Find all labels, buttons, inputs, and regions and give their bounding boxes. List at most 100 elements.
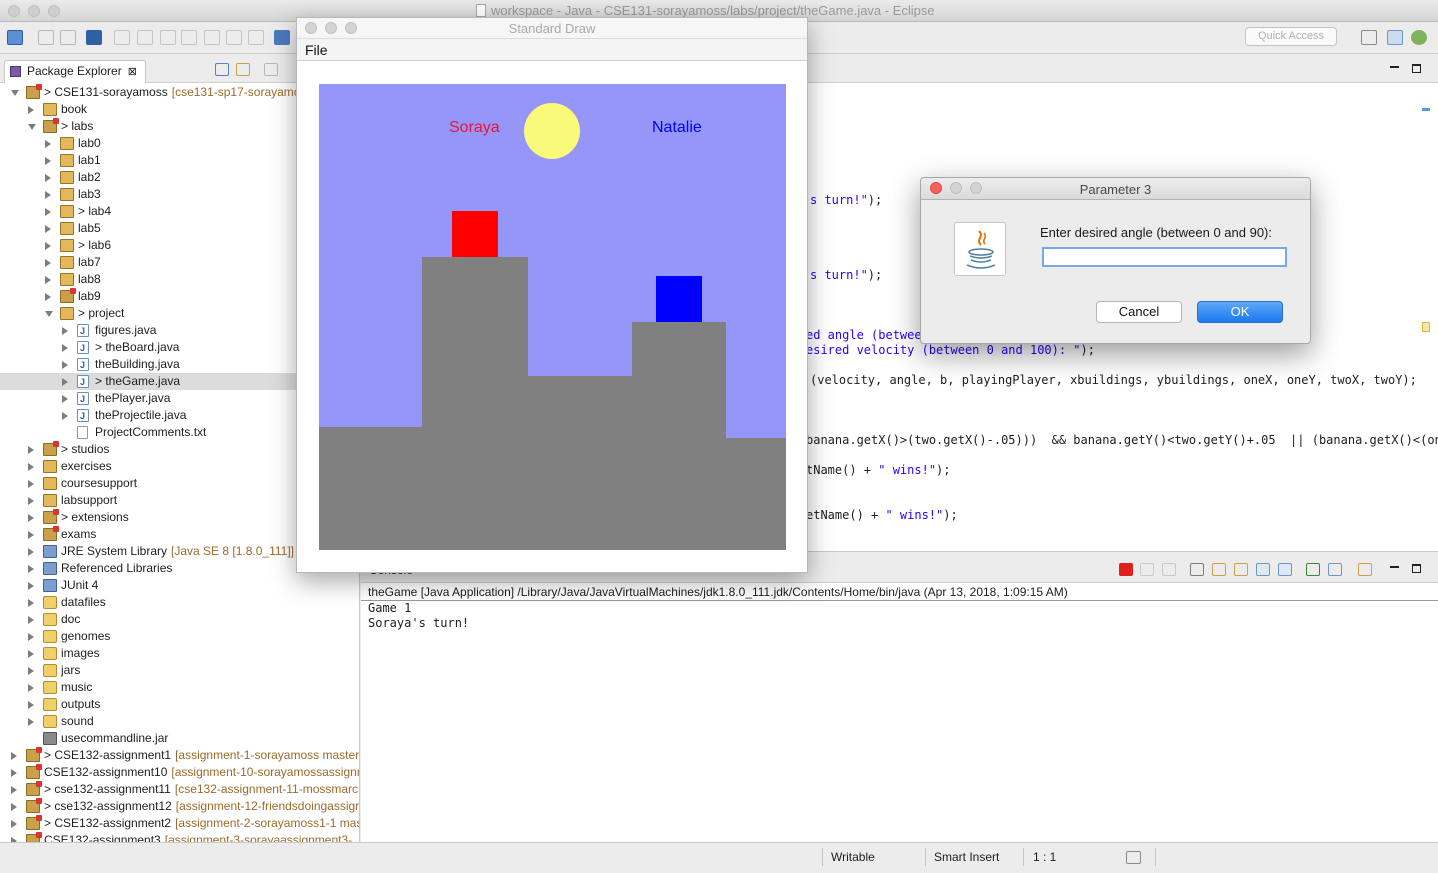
- collapse-arrow-icon[interactable]: [28, 633, 34, 641]
- collapse-arrow-icon[interactable]: [28, 497, 34, 505]
- suspend-icon[interactable]: [137, 30, 153, 45]
- collapse-arrow-icon[interactable]: [28, 599, 34, 607]
- remove-launch-icon[interactable]: [1140, 563, 1154, 576]
- collapse-arrow-icon[interactable]: [28, 701, 34, 709]
- collapse-arrow-icon[interactable]: [28, 480, 34, 488]
- debug-perspective-icon[interactable]: [1411, 30, 1427, 45]
- collapse-arrow-icon[interactable]: [28, 650, 34, 658]
- collapse-arrow-icon[interactable]: [28, 463, 34, 471]
- scroll-lock-icon[interactable]: [1212, 563, 1226, 576]
- word-wrap-icon[interactable]: [1234, 563, 1248, 576]
- collapse-arrow-icon[interactable]: [11, 786, 17, 794]
- tree-item[interactable]: datafiles: [0, 594, 359, 611]
- disconnect-icon[interactable]: [181, 30, 197, 45]
- skip-breakpoints-icon[interactable]: [86, 30, 102, 45]
- overview-ruler-marker[interactable]: [1422, 108, 1430, 111]
- menu-file[interactable]: File: [305, 42, 328, 58]
- collapse-arrow-icon[interactable]: [62, 395, 68, 403]
- terminate-icon[interactable]: [160, 30, 176, 45]
- console-minimize-icon[interactable]: [1390, 566, 1399, 568]
- step-over-icon[interactable]: [226, 30, 242, 45]
- expand-arrow-icon[interactable]: [11, 90, 19, 96]
- collapse-arrow-icon[interactable]: [28, 548, 34, 556]
- collapse-arrow-icon[interactable]: [28, 684, 34, 692]
- display-console-icon[interactable]: [1328, 563, 1342, 576]
- overview-ruler-warning[interactable]: [1422, 322, 1430, 332]
- view-menu-icon[interactable]: [264, 63, 278, 76]
- window-minimize-button[interactable]: [28, 5, 40, 17]
- java-perspective-icon[interactable]: [1387, 30, 1403, 45]
- console-maximize-icon[interactable]: [1412, 564, 1421, 573]
- tree-item[interactable]: > cse132-assignment12 [assignment-12-frie…: [0, 798, 359, 815]
- tree-item[interactable]: images: [0, 645, 359, 662]
- close-icon[interactable]: ⊠: [128, 66, 137, 78]
- collapse-arrow-icon[interactable]: [62, 327, 68, 335]
- task-list-icon[interactable]: [274, 30, 290, 45]
- collapse-arrow-icon[interactable]: [45, 208, 51, 216]
- link-with-editor-icon[interactable]: [236, 63, 250, 76]
- tree-item[interactable]: > CSE132-assignment1 [assignment-1-soraya…: [0, 747, 359, 764]
- window-close-button[interactable]: [8, 5, 20, 17]
- tree-item[interactable]: music: [0, 679, 359, 696]
- tree-item[interactable]: outputs: [0, 696, 359, 713]
- tree-item[interactable]: jars: [0, 662, 359, 679]
- collapse-arrow-icon[interactable]: [62, 412, 68, 420]
- collapse-arrow-icon[interactable]: [11, 803, 17, 811]
- tree-item[interactable]: JUnit 4: [0, 577, 359, 594]
- resume-icon[interactable]: [114, 30, 130, 45]
- collapse-arrow-icon[interactable]: [45, 157, 51, 165]
- tree-item[interactable]: CSE132-assignment3 [assignment-3-sorayaas…: [0, 832, 359, 842]
- expand-arrow-icon[interactable]: [45, 311, 53, 317]
- tree-item[interactable]: CSE132-assignment10 [assignment-10-soraya…: [0, 764, 359, 781]
- collapse-arrow-icon[interactable]: [45, 140, 51, 148]
- clear-console-icon[interactable]: [1190, 563, 1204, 576]
- new-icon[interactable]: [7, 30, 23, 45]
- step-return-icon[interactable]: [248, 30, 264, 45]
- collapse-all-icon[interactable]: [215, 63, 229, 76]
- terminate-icon[interactable]: [1119, 563, 1133, 576]
- collapse-arrow-icon[interactable]: [28, 446, 34, 454]
- step-into-icon[interactable]: [204, 30, 220, 45]
- collapse-arrow-icon[interactable]: [62, 378, 68, 386]
- collapse-arrow-icon[interactable]: [11, 752, 17, 760]
- remove-all-launches-icon[interactable]: [1162, 563, 1176, 576]
- tree-item[interactable]: sound: [0, 713, 359, 730]
- open-perspective-icon[interactable]: [1361, 30, 1377, 45]
- game-canvas[interactable]: Soraya Natalie: [319, 84, 786, 550]
- collapse-arrow-icon[interactable]: [62, 361, 68, 369]
- collapse-arrow-icon[interactable]: [28, 582, 34, 590]
- collapse-arrow-icon[interactable]: [28, 565, 34, 573]
- editor-minimize-icon[interactable]: [1390, 66, 1399, 68]
- pin-console-icon[interactable]: [1306, 563, 1320, 576]
- collapse-arrow-icon[interactable]: [28, 531, 34, 539]
- show-on-stdout-icon[interactable]: [1256, 563, 1270, 576]
- tree-item[interactable]: genomes: [0, 628, 359, 645]
- editor-maximize-icon[interactable]: [1412, 64, 1421, 73]
- collapse-arrow-icon[interactable]: [45, 293, 51, 301]
- save-all-icon[interactable]: [60, 30, 76, 45]
- tree-item[interactable]: doc: [0, 611, 359, 628]
- open-console-icon[interactable]: [1358, 563, 1372, 576]
- cancel-button[interactable]: Cancel: [1096, 301, 1182, 323]
- tree-item[interactable]: > CSE132-assignment2 [assignment-2-soraya…: [0, 815, 359, 832]
- collapse-arrow-icon[interactable]: [45, 191, 51, 199]
- tree-item[interactable]: > cse132-assignment11 [cse132-assignment-…: [0, 781, 359, 798]
- collapse-arrow-icon[interactable]: [45, 174, 51, 182]
- expand-arrow-icon[interactable]: [28, 124, 36, 130]
- quick-access-field[interactable]: Quick Access: [1245, 27, 1337, 46]
- window-zoom-button[interactable]: [48, 5, 60, 17]
- progress-icon[interactable]: [1126, 851, 1141, 864]
- angle-input[interactable]: [1042, 247, 1287, 267]
- collapse-arrow-icon[interactable]: [45, 276, 51, 284]
- collapse-arrow-icon[interactable]: [28, 106, 34, 114]
- collapse-arrow-icon[interactable]: [28, 616, 34, 624]
- collapse-arrow-icon[interactable]: [28, 718, 34, 726]
- collapse-arrow-icon[interactable]: [28, 667, 34, 675]
- tab-package-explorer[interactable]: Package Explorer ⊠: [4, 60, 146, 83]
- collapse-arrow-icon[interactable]: [62, 344, 68, 352]
- collapse-arrow-icon[interactable]: [11, 769, 17, 777]
- collapse-arrow-icon[interactable]: [45, 225, 51, 233]
- collapse-arrow-icon[interactable]: [45, 242, 51, 250]
- ok-button[interactable]: OK: [1197, 301, 1283, 323]
- collapse-arrow-icon[interactable]: [28, 514, 34, 522]
